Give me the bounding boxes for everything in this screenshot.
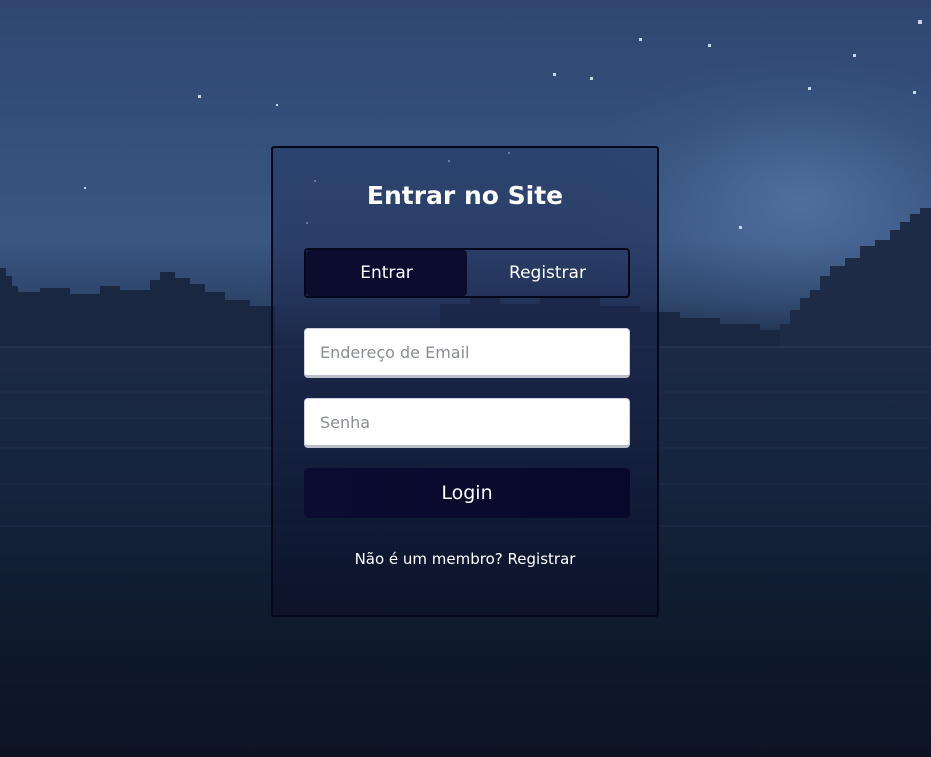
form-title: Entrar no Site [366, 181, 564, 210]
hill-right [780, 208, 931, 346]
tab-registrar[interactable]: Registrar [467, 250, 628, 296]
treeline-left [0, 268, 275, 346]
password-field[interactable] [304, 398, 630, 448]
auth-tabs: Entrar Registrar [304, 248, 630, 298]
register-prompt-text: Não é um membro? [354, 550, 503, 568]
login-button[interactable]: Login [304, 468, 630, 518]
tab-entrar[interactable]: Entrar [306, 250, 467, 296]
register-link[interactable]: Registrar [508, 550, 576, 568]
email-field[interactable] [304, 328, 630, 378]
login-card: Entrar no Site Entrar Registrar Login Nã… [271, 146, 659, 617]
register-prompt: Não é um membro? Registrar [273, 550, 657, 568]
